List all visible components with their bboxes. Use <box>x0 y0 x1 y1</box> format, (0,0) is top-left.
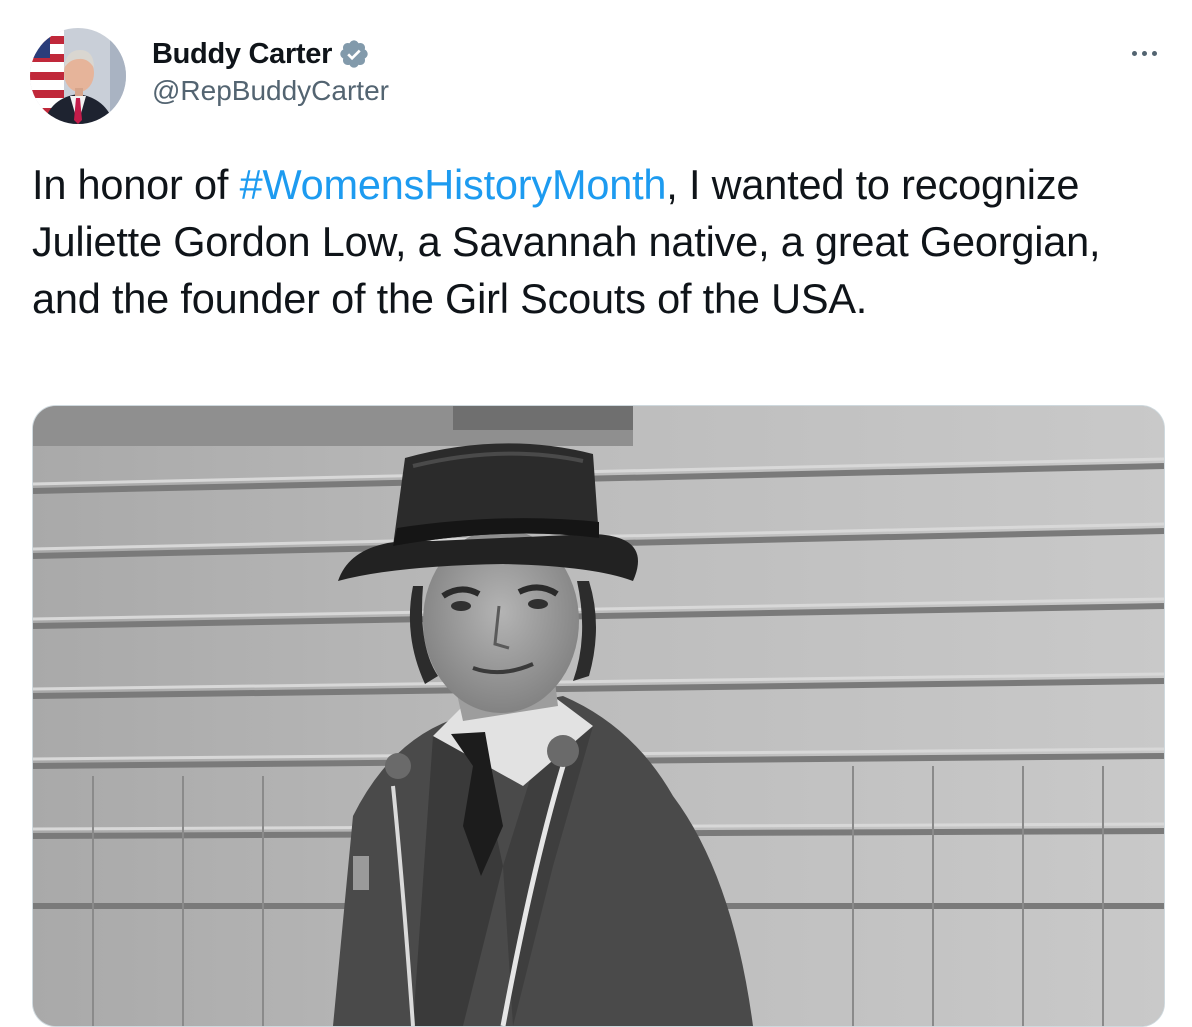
author-name-row: Buddy Carter <box>152 36 389 72</box>
author-display-name[interactable]: Buddy Carter <box>152 38 332 71</box>
hashtag-link[interactable]: #WomensHistoryMonth <box>240 161 667 208</box>
author-handle[interactable]: @RepBuddyCarter <box>152 75 389 107</box>
tweet: Buddy Carter @RepBuddyCarter In honor of… <box>0 0 1192 1027</box>
verified-badge-icon <box>338 38 370 70</box>
author-info: Buddy Carter @RepBuddyCarter <box>152 36 389 107</box>
author-avatar[interactable] <box>30 28 126 124</box>
more-dot <box>1141 50 1147 56</box>
more-dot <box>1151 50 1157 56</box>
tweet-text: In honor of #WomensHistoryMonth, I wante… <box>32 156 1162 327</box>
more-options-icon[interactable] <box>1122 38 1166 68</box>
tweet-text-before: In honor of <box>32 161 240 208</box>
tweet-media-photo[interactable] <box>32 405 1165 1027</box>
more-dot <box>1131 50 1137 56</box>
